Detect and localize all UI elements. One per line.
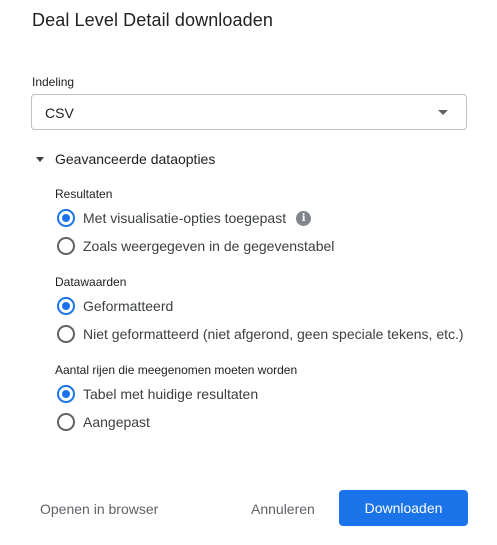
- radio-unformatted[interactable]: Niet geformatteerd (niet afgerond, geen …: [57, 324, 464, 344]
- radio-current-results[interactable]: Tabel met huidige resultaten: [57, 384, 258, 404]
- radio-unchecked-icon: [57, 237, 75, 255]
- radio-label: Aangepast: [83, 414, 150, 430]
- expand-triangle-icon: [36, 156, 44, 162]
- radio-custom[interactable]: Aangepast: [57, 412, 150, 432]
- radio-unchecked-icon: [57, 325, 75, 343]
- radio-label: Met visualisatie-opties toegepast: [83, 210, 287, 226]
- advanced-options-toggle[interactable]: Geavanceerde dataopties: [36, 150, 215, 168]
- radio-checked-icon: [57, 297, 75, 315]
- cancel-button[interactable]: Annuleren: [251, 501, 315, 517]
- radio-checked-icon: [57, 209, 75, 227]
- format-select[interactable]: CSV: [31, 94, 467, 130]
- download-button[interactable]: Downloaden: [339, 490, 468, 526]
- dialog-title: Deal Level Detail downloaden: [32, 10, 273, 30]
- radio-results-table[interactable]: Zoals weergegeven in de gegevenstabel: [57, 236, 334, 256]
- radio-label: Tabel met huidige resultaten: [83, 386, 259, 402]
- radio-results-visualization[interactable]: Met visualisatie-opties toegepast i: [57, 208, 312, 228]
- data-values-group-label: Datawaarden: [55, 275, 127, 289]
- format-select-value: CSV: [45, 105, 74, 121]
- radio-formatted[interactable]: Geformatteerd: [57, 296, 173, 316]
- radio-checked-icon: [57, 385, 75, 403]
- results-group-label: Resultaten: [55, 187, 113, 201]
- chevron-down-icon: [438, 110, 448, 115]
- advanced-options-label: Geavanceerde dataopties: [55, 151, 216, 167]
- open-in-browser-button[interactable]: Openen in browser: [40, 501, 158, 517]
- radio-unchecked-icon: [57, 413, 75, 431]
- row-count-group-label: Aantal rijen die meegenomen moeten worde…: [55, 363, 298, 377]
- radio-label: Geformatteerd: [83, 298, 174, 314]
- download-dialog: Deal Level Detail downloaden Indeling CS…: [0, 0, 497, 545]
- format-label: Indeling: [32, 75, 75, 89]
- info-icon[interactable]: i: [296, 210, 312, 226]
- radio-label: Niet geformatteerd (niet afgerond, geen …: [83, 326, 464, 342]
- radio-label: Zoals weergegeven in de gegevenstabel: [83, 238, 335, 254]
